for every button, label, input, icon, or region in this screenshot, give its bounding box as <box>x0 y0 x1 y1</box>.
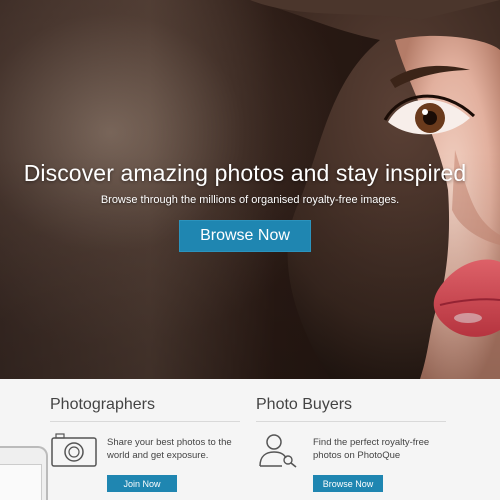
hero-banner: Discover amazing photos and stay inspire… <box>0 0 500 379</box>
features-section: Photographers Share your best photos to … <box>0 379 500 500</box>
photo-buyers-text: Find the perfect royalty-free photos on … <box>313 437 430 461</box>
photographers-text: Share your best photos to the world and … <box>107 437 232 461</box>
camera-icon <box>51 433 97 467</box>
hero-title: Discover amazing photos and stay inspire… <box>23 160 467 186</box>
browse-now-button[interactable]: Browse Now <box>179 220 311 252</box>
user-search-icon <box>259 434 297 468</box>
buyers-browse-now-button[interactable]: Browse Now <box>313 475 383 492</box>
divider <box>256 421 446 422</box>
divider <box>50 421 240 422</box>
photographers-title: Photographers <box>50 396 155 413</box>
hero-subtitle: Browse through the millions of organised… <box>100 194 400 206</box>
join-now-button[interactable]: Join Now <box>107 475 177 492</box>
hero-overlay <box>0 0 500 379</box>
phone-illustration <box>0 446 48 500</box>
phone-screen <box>0 464 42 500</box>
photo-buyers-title: Photo Buyers <box>256 396 353 413</box>
